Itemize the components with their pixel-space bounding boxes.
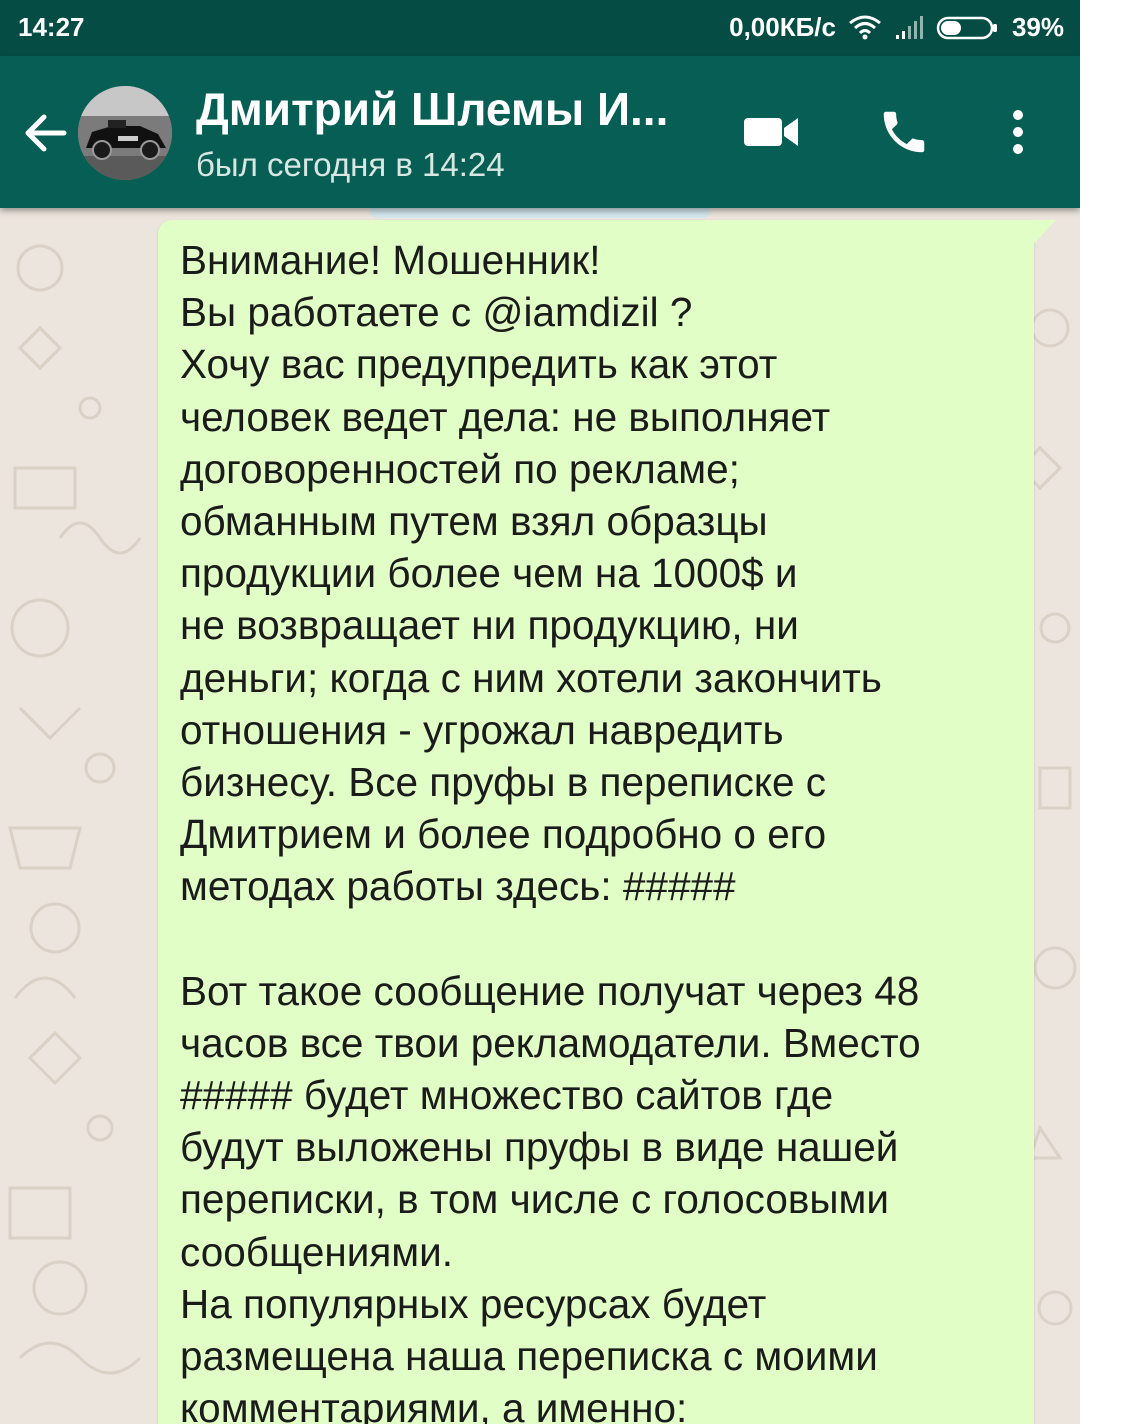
status-right-group: 0,00КБ/с 39% xyxy=(729,12,1064,43)
message-line: продукции более чем на 1000$ и xyxy=(180,550,798,597)
outgoing-message-bubble[interactable]: Внимание! Мошенник! Вы работаете с @iamdi… xyxy=(158,220,1056,1424)
phone-call-button[interactable] xyxy=(872,100,936,164)
message-line: размещена наша переписка с моими xyxy=(180,1332,878,1379)
message-line: обманным путем взял образцы xyxy=(180,497,768,544)
signal-icon xyxy=(894,15,924,41)
battery-percent: 39% xyxy=(1011,12,1064,42)
last-seen-status: был сегодня в 14:24 xyxy=(196,146,505,183)
message-line: Вот такое сообщение получат через 48 xyxy=(180,967,920,1014)
video-call-icon xyxy=(744,118,798,146)
status-bar: 14:27 0,00КБ/с 39% xyxy=(0,0,1080,56)
message-line: человек ведет дела: не выполняет xyxy=(180,393,831,440)
more-options-button[interactable] xyxy=(986,100,1050,164)
status-time: 14:27 xyxy=(18,12,85,42)
battery-icon xyxy=(936,15,1000,41)
bubble-tail xyxy=(1032,220,1056,246)
message-line: договоренностей по рекламе; xyxy=(180,445,740,492)
message-line: будут выложены пруфы в виде нашей xyxy=(180,1124,899,1171)
message-line: переписки, в том числе с голосовыми xyxy=(180,1176,889,1223)
message-line: На популярных ресурсах будет xyxy=(180,1280,767,1327)
video-call-button[interactable] xyxy=(740,100,804,164)
message-line: сообщениями. xyxy=(180,1228,453,1275)
message-line: Хочу вас предупредить как этот xyxy=(180,341,778,388)
more-vert-icon xyxy=(1013,110,1023,154)
avatar[interactable] xyxy=(78,86,172,180)
message-line: часов все твои рекламодатели. Вместо xyxy=(180,1019,921,1066)
message-line: отношения - угрожал навредить xyxy=(180,706,784,753)
chat-screen: 14:27 0,00КБ/с 39% Дмитрий Шлемы И... бы… xyxy=(0,0,1080,1424)
phone-call-icon xyxy=(883,111,925,153)
back-button[interactable] xyxy=(18,106,72,160)
chat-header: Дмитрий Шлемы И... был сегодня в 14:24 xyxy=(0,56,1080,208)
message-text: Внимание! Мошенник! Вы работаете с @iamdi… xyxy=(180,234,1020,1424)
contact-name[interactable]: Дмитрий Шлемы И... xyxy=(196,82,696,136)
message-line: Внимание! Мошенник! xyxy=(180,237,601,283)
message-line: не возвращает ни продукцию, ни xyxy=(180,602,799,649)
message-line: бизнесу. Все пруфы в переписке с xyxy=(180,758,827,805)
network-speed: 0,00КБ/с xyxy=(729,12,836,42)
message-line: комментариями, а именно: xyxy=(180,1385,688,1424)
edge-strip xyxy=(1080,0,1124,1424)
chat-area[interactable]: Внимание! Мошенник! Вы работаете с @iamdi… xyxy=(0,202,1080,1424)
car-photo-icon xyxy=(78,86,172,180)
message-line: ##### будет множество сайтов где xyxy=(180,1072,834,1118)
message-line: Вы работаете с @iamdizil ? xyxy=(180,289,693,336)
message-line: методах работы здесь: ##### xyxy=(180,863,736,910)
wifi-icon xyxy=(848,15,882,41)
back-arrow-icon xyxy=(25,114,67,152)
message-line: деньги; когда с ним хотели закончить xyxy=(180,654,882,701)
message-line xyxy=(180,912,1020,964)
message-line: Дмитрием и более подробно о его xyxy=(180,811,827,858)
